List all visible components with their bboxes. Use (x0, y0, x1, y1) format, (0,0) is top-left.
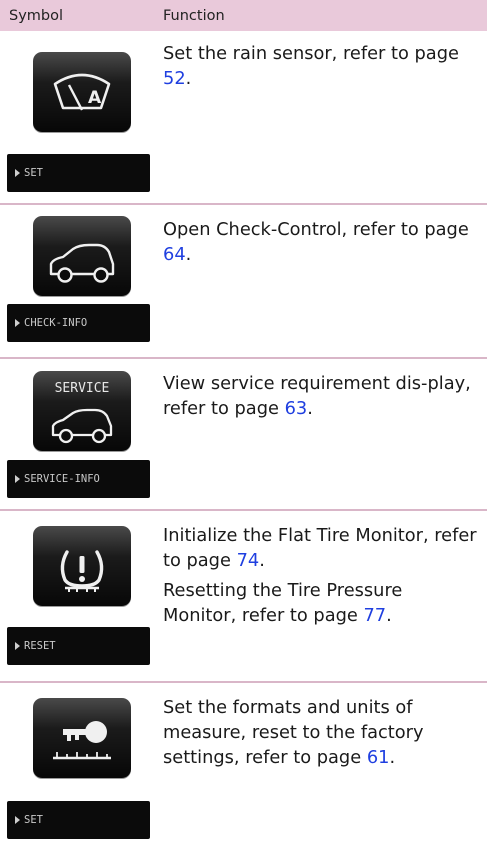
function-text: Initialize the Flat Tire Monitor, refer … (163, 525, 477, 571)
set-menu-bar[interactable]: SET (7, 154, 150, 192)
page-link[interactable]: 61 (367, 747, 390, 768)
arrow-right-icon (15, 319, 20, 327)
function-text: Set the formats and units of measure, re… (163, 697, 424, 768)
table-header: Symbol Function (0, 0, 487, 31)
table-row: SERVICE SERVICE-INFO View service requir… (0, 359, 487, 511)
symbol-cell: CHECK-INFO (0, 205, 163, 357)
function-cell: Open Check-Control, refer to page 64. (163, 217, 477, 272)
bar-label: SERVICE-INFO (24, 473, 100, 485)
settings-button[interactable] (33, 698, 131, 778)
service-button[interactable]: SERVICE (33, 371, 131, 451)
car-icon (49, 243, 115, 283)
symbol-cell: A SET (0, 31, 163, 203)
symbol-cell: SERVICE SERVICE-INFO (0, 359, 163, 509)
function-cell: Set the formats and units of measure, re… (163, 695, 477, 775)
function-cell: Set the rain sensor, refer to page 52. (163, 41, 477, 96)
table-row: SET Set the formats and units of measure… (0, 683, 487, 841)
symbol-function-table: Symbol Function A SET Set the rain senso… (0, 0, 487, 841)
bar-label: SET (24, 167, 43, 179)
bar-label: SET (24, 814, 43, 826)
table-row: A SET Set the rain sensor, refer to page… (0, 31, 487, 205)
service-info-menu-bar[interactable]: SERVICE-INFO (7, 460, 150, 498)
service-car-icon (51, 408, 113, 444)
table-row: CHECK-INFO Open Check-Control, refer to … (0, 205, 487, 359)
page-link[interactable]: 64 (163, 244, 186, 265)
function-text: Open Check-Control, refer to page 64. (163, 219, 469, 265)
reset-menu-bar[interactable]: RESET (7, 627, 150, 665)
arrow-right-icon (15, 642, 20, 650)
page-link[interactable]: 74 (237, 550, 260, 571)
function-cell: View service requirement dis-play, refer… (163, 371, 477, 426)
arrow-right-icon (15, 169, 20, 177)
check-info-menu-bar[interactable]: CHECK-INFO (7, 304, 150, 342)
header-function: Function (163, 7, 225, 24)
page-link[interactable]: 63 (285, 398, 308, 419)
key-settings-icon (53, 721, 111, 760)
bar-label: CHECK-INFO (24, 317, 88, 329)
check-control-button[interactable] (33, 216, 131, 296)
symbol-cell: RESET (0, 511, 163, 681)
function-text: Resetting the Tire Pressure Monitor, ref… (163, 580, 403, 626)
wiper-rain-sensor-icon: A (53, 73, 111, 111)
function-text: View service requirement dis-play, refer… (163, 373, 471, 419)
tire-monitor-button[interactable] (33, 526, 131, 606)
tire-pressure-warning-icon (60, 550, 104, 592)
function-cell: Initialize the Flat Tire Monitor, refer … (163, 523, 477, 633)
arrow-right-icon (15, 816, 20, 824)
function-text: Set the rain sensor, refer to page 52. (163, 43, 459, 89)
symbol-cell: SET (0, 683, 163, 841)
table-row: RESET Initialize the Flat Tire Monitor, … (0, 511, 487, 683)
page-link[interactable]: 52 (163, 68, 186, 89)
set-menu-bar[interactable]: SET (7, 801, 150, 839)
page-link[interactable]: 77 (363, 605, 386, 626)
arrow-right-icon (15, 475, 20, 483)
header-symbol: Symbol (9, 7, 64, 24)
bar-label: RESET (24, 640, 56, 652)
rain-sensor-button[interactable]: A (33, 52, 131, 132)
svg-text:A: A (88, 88, 102, 108)
